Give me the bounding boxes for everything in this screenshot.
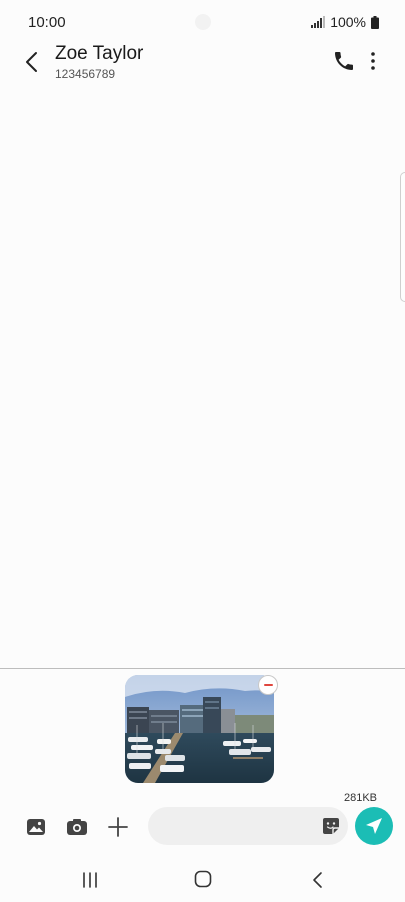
recents-icon — [83, 872, 97, 888]
system-nav-bar — [0, 858, 405, 902]
signal-icon — [311, 16, 326, 28]
contact-number: 123456789 — [55, 67, 116, 81]
call-button[interactable] — [332, 49, 356, 73]
attachment-image-preview[interactable] — [125, 675, 274, 783]
front-camera-cutout — [195, 14, 211, 30]
add-attachment-button[interactable] — [106, 815, 130, 839]
gallery-button[interactable] — [24, 815, 48, 839]
battery-percent: 100% — [330, 14, 366, 30]
send-button[interactable] — [355, 807, 393, 845]
conversation-header: Zoe Taylor 123456789 — [0, 40, 405, 86]
home-button[interactable] — [193, 869, 213, 889]
send-icon — [366, 818, 382, 834]
phone-icon — [335, 52, 353, 70]
composer-divider — [0, 668, 405, 669]
back-arrow-icon — [26, 52, 37, 72]
sticker-button[interactable] — [320, 815, 342, 837]
remove-attachment-button[interactable] — [258, 675, 278, 695]
back-button[interactable] — [18, 48, 46, 76]
sticker-icon — [323, 818, 339, 834]
nav-back-button[interactable] — [308, 870, 328, 890]
harbor-photo — [125, 675, 274, 783]
gallery-icon — [27, 819, 45, 835]
back-icon — [313, 872, 322, 888]
plus-icon — [108, 817, 128, 837]
contact-name[interactable]: Zoe Taylor — [55, 43, 143, 65]
conversation-screen: 10:00 100% Zoe Taylor 123456789 281KB — [0, 0, 405, 902]
status-indicators: 100% — [311, 14, 379, 30]
camera-icon — [67, 819, 87, 835]
status-bar: 10:00 100% — [0, 0, 405, 44]
battery-icon — [371, 15, 379, 29]
more-vertical-icon — [371, 52, 375, 70]
status-time: 10:00 — [28, 14, 66, 31]
attachment-size: 281KB — [343, 792, 377, 804]
scroll-handle[interactable] — [400, 172, 405, 302]
more-options-button[interactable] — [364, 49, 382, 73]
recents-button[interactable] — [80, 870, 100, 890]
home-icon — [194, 870, 212, 888]
message-input[interactable] — [148, 807, 348, 845]
camera-button[interactable] — [65, 815, 89, 839]
